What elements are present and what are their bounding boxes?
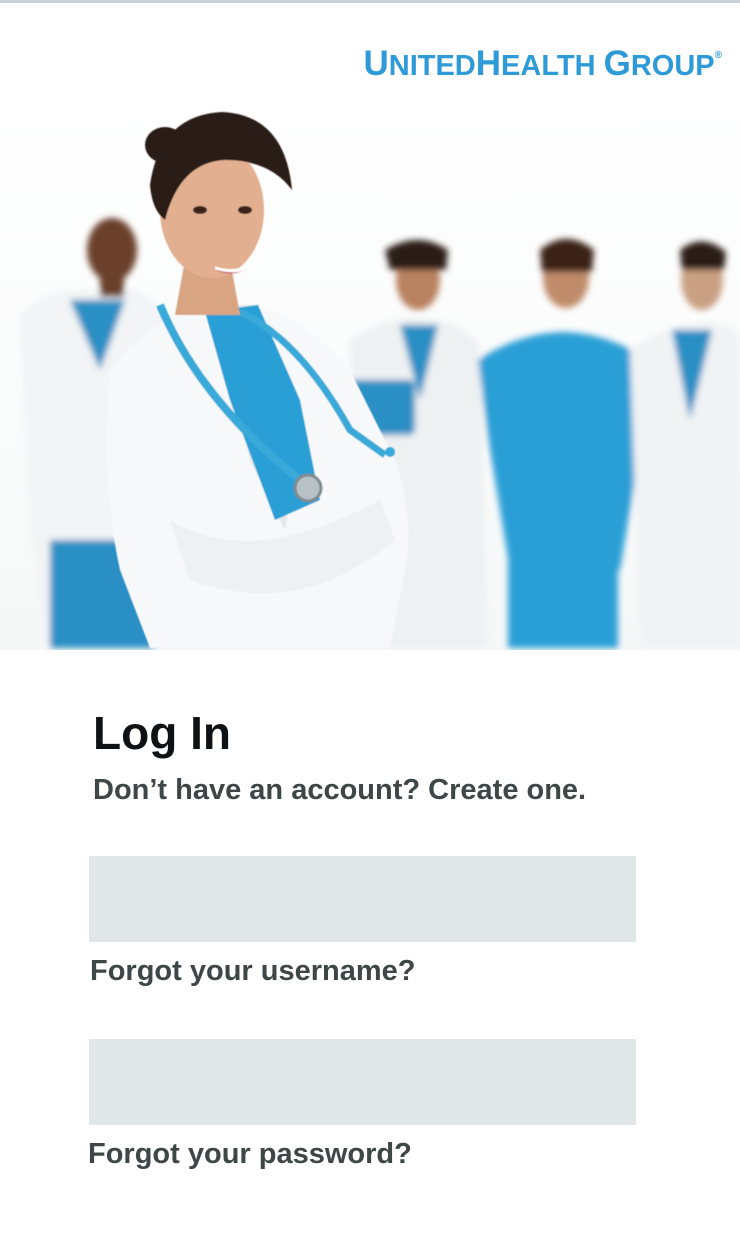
hero-medical-staff-image	[0, 100, 740, 650]
page-title: Log In	[93, 707, 231, 759]
create-account-link[interactable]: Create one.	[428, 774, 586, 806]
forgot-password-link[interactable]: Forgot your password?	[88, 1138, 412, 1171]
unitedhealth-group-logo: UNITEDHEALTH GROUP®	[363, 44, 722, 83]
password-field[interactable]	[89, 1039, 636, 1125]
account-prompt-text: Don’t have an account?	[93, 774, 429, 806]
forgot-username-link[interactable]: Forgot your username?	[90, 955, 416, 988]
username-field[interactable]	[89, 856, 636, 942]
top-divider	[0, 0, 740, 3]
create-account-prompt: Don’t have an account? Create one.	[93, 774, 586, 807]
